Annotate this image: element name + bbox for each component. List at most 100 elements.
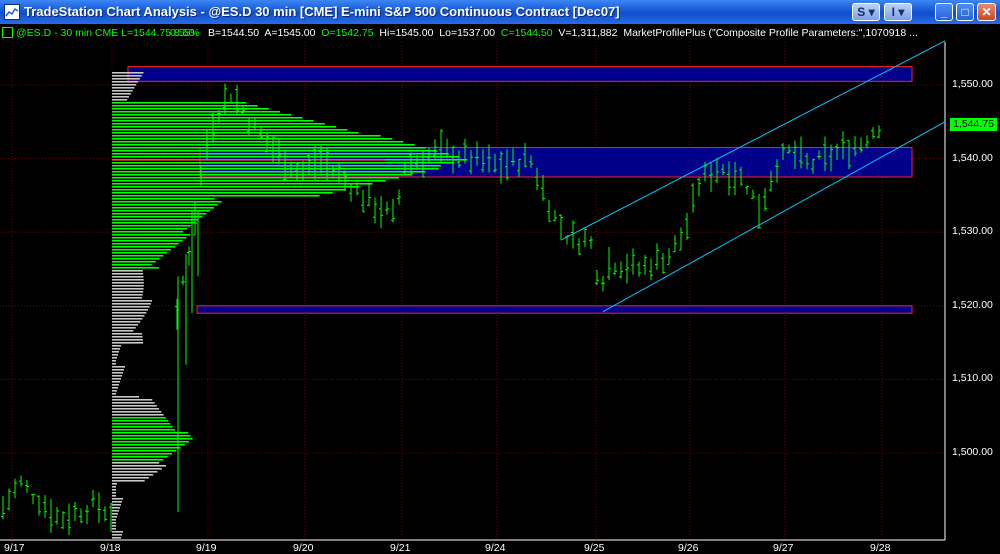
profile-bar bbox=[112, 123, 325, 125]
profile-bar bbox=[112, 222, 195, 224]
profile-bar bbox=[112, 207, 214, 209]
profile-bar bbox=[112, 252, 168, 254]
profile-bar bbox=[112, 513, 118, 515]
date-tick-label: 9/27 bbox=[773, 542, 794, 554]
profile-bar bbox=[112, 261, 156, 263]
profile-bar bbox=[112, 300, 152, 302]
profile-bar bbox=[112, 189, 347, 191]
profile-bar bbox=[112, 432, 189, 434]
profile-bar bbox=[112, 327, 136, 329]
profile-bar bbox=[112, 537, 121, 539]
profile-bar bbox=[112, 258, 160, 260]
profile-bar bbox=[112, 411, 162, 413]
profile-bar bbox=[112, 504, 121, 506]
profile-bar bbox=[112, 87, 135, 89]
profile-bar bbox=[112, 249, 172, 251]
price-tick-label: 1,510.00 bbox=[952, 372, 993, 385]
profile-bar bbox=[112, 510, 119, 512]
profile-bar bbox=[112, 294, 143, 296]
profile-bar bbox=[112, 387, 118, 389]
profile-bar bbox=[112, 75, 142, 77]
profile-bar bbox=[112, 168, 439, 170]
profile-bar bbox=[112, 156, 460, 158]
profile-bar bbox=[112, 312, 147, 314]
profile-bar bbox=[112, 198, 215, 200]
profile-bar bbox=[112, 375, 122, 377]
profile-bar bbox=[112, 126, 337, 128]
profile-bar bbox=[112, 336, 143, 338]
profile-bar bbox=[112, 153, 449, 155]
date-tick-label: 9/25 bbox=[584, 542, 605, 554]
profile-bar bbox=[112, 465, 166, 467]
price-tick-label: 1,550.00 bbox=[952, 78, 993, 90]
date-tick-label: 9/20 bbox=[293, 542, 314, 554]
profile-bar bbox=[112, 147, 426, 149]
profile-bar bbox=[112, 333, 143, 335]
profile-bar bbox=[112, 525, 116, 527]
profile-bar bbox=[112, 471, 158, 473]
profile-bar bbox=[112, 414, 164, 416]
profile-bar bbox=[112, 117, 303, 119]
profile-bar bbox=[112, 138, 393, 140]
profile-bar bbox=[112, 186, 360, 188]
price-tick-label: 1,540.00 bbox=[952, 151, 993, 164]
profile-bar bbox=[112, 408, 160, 410]
profile-bar bbox=[112, 498, 123, 500]
profile-bar bbox=[112, 348, 120, 350]
profile-bar bbox=[112, 486, 116, 488]
price-chart[interactable] bbox=[0, 0, 1000, 554]
profile-bar bbox=[112, 234, 191, 236]
profile-bar bbox=[112, 417, 166, 419]
profile-bar bbox=[112, 141, 404, 143]
profile-bar bbox=[112, 279, 144, 281]
profile-bar bbox=[112, 129, 348, 131]
chart-window: TradeStation Chart Analysis - @ES.D 30 m… bbox=[0, 0, 1000, 554]
profile-bar bbox=[112, 519, 116, 521]
profile-bar bbox=[112, 381, 120, 383]
profile-bar bbox=[112, 444, 185, 446]
profile-bar bbox=[112, 342, 144, 344]
profile-bar bbox=[112, 345, 121, 347]
profile-bar bbox=[112, 378, 121, 380]
profile-bar bbox=[112, 273, 144, 275]
profile-bar bbox=[112, 267, 159, 269]
profile-bar bbox=[112, 318, 143, 320]
profile-bar bbox=[112, 495, 116, 497]
profile-bar bbox=[112, 177, 399, 179]
profile-bar bbox=[112, 165, 441, 167]
profile-bar bbox=[112, 330, 134, 332]
date-tick-label: 9/28 bbox=[870, 542, 891, 554]
profile-bar bbox=[112, 195, 320, 197]
profile-bar bbox=[112, 438, 193, 440]
profile-bar bbox=[112, 501, 122, 503]
profile-bar bbox=[112, 114, 292, 116]
profile-bar bbox=[112, 132, 359, 134]
profile-bar bbox=[112, 369, 124, 371]
support-resistance-zone bbox=[127, 66, 913, 82]
profile-bar bbox=[112, 93, 131, 95]
profile-bar bbox=[112, 357, 117, 359]
profile-bar bbox=[112, 219, 199, 221]
profile-bar bbox=[112, 474, 154, 476]
profile-bar bbox=[112, 105, 258, 107]
profile-bar bbox=[112, 204, 218, 206]
price-tick-label: 1,520.00 bbox=[952, 298, 993, 311]
profile-bar bbox=[112, 492, 116, 494]
price-tick-label: 1,530.00 bbox=[952, 225, 993, 238]
profile-bar bbox=[112, 297, 142, 299]
profile-bar bbox=[112, 144, 415, 146]
profile-bar bbox=[112, 78, 140, 80]
profile-bar bbox=[112, 285, 144, 287]
profile-bar bbox=[112, 171, 426, 173]
date-tick-label: 9/18 bbox=[100, 542, 121, 554]
profile-bar bbox=[112, 231, 184, 233]
profile-bar bbox=[112, 264, 152, 266]
profile-bar bbox=[112, 309, 149, 311]
profile-bar bbox=[112, 528, 116, 530]
profile-bar bbox=[112, 507, 120, 509]
date-tick-label: 9/21 bbox=[390, 542, 411, 554]
last-price-tag: 1,544.75 bbox=[950, 118, 997, 131]
profile-bar bbox=[112, 363, 116, 365]
profile-bar bbox=[112, 522, 116, 524]
profile-bar bbox=[112, 441, 190, 443]
